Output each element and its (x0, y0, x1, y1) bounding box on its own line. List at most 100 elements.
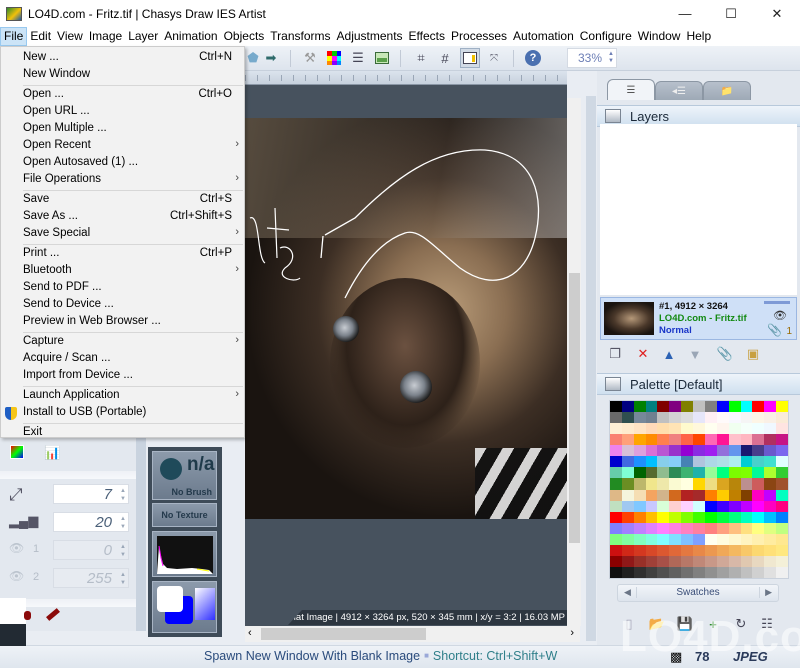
menu-file[interactable]: File (0, 27, 28, 46)
palette-swatch[interactable] (752, 456, 765, 468)
palette-swatch[interactable] (657, 544, 670, 556)
palette-swatch[interactable] (669, 511, 682, 523)
move-down-icon[interactable]: ▼ (687, 346, 703, 362)
palette-swatch[interactable] (657, 445, 670, 457)
file-menu-save-as[interactable]: Save As ... Ctrl+Shift+S (1, 209, 244, 226)
file-menu-save-special[interactable]: Save Special › (1, 226, 244, 243)
palette-swatch[interactable] (704, 423, 717, 435)
palette-swatch[interactable] (693, 467, 705, 479)
palette-swatch[interactable] (776, 500, 788, 512)
palette-swatch[interactable] (681, 566, 694, 578)
swatches-label[interactable]: Swatches (636, 587, 760, 598)
palette-swatch[interactable] (716, 478, 729, 490)
grid-icon[interactable]: # (437, 50, 453, 66)
palette-swatch[interactable] (633, 544, 646, 556)
palette-swatch[interactable] (633, 478, 646, 490)
palette-swatch[interactable] (645, 412, 658, 424)
file-menu-launch-application[interactable]: Launch Application › (1, 388, 244, 405)
palette-swatch[interactable] (681, 511, 694, 523)
palette-swatch[interactable] (764, 423, 777, 435)
palette-swatch[interactable] (776, 533, 788, 545)
menu-processes[interactable]: Processes (448, 27, 510, 46)
threshold1-field[interactable]: 0 ▲ ▼ (53, 540, 129, 560)
palette-swatch[interactable] (610, 423, 622, 435)
palette-swatch[interactable] (740, 478, 753, 490)
list-view-icon[interactable]: ☷ (759, 616, 775, 632)
palette-swatch[interactable] (752, 555, 765, 567)
layers-list[interactable] (600, 124, 797, 295)
palette-swatch[interactable] (657, 423, 670, 435)
palette-swatch[interactable] (645, 511, 658, 523)
swatches-next-button[interactable]: ▶ (765, 587, 772, 598)
palette-swatch[interactable] (728, 467, 741, 479)
palette-swatch[interactable] (740, 456, 753, 468)
palette-swatch[interactable] (610, 500, 622, 512)
palette-swatch[interactable] (633, 566, 646, 578)
color-swatch-selector[interactable] (152, 581, 217, 633)
palette-swatch[interactable] (681, 467, 694, 479)
palette-swatch[interactable] (728, 533, 741, 545)
palette-swatch[interactable] (740, 423, 753, 435)
maximize-button[interactable]: ☐ (708, 0, 754, 27)
fit-screen-icon[interactable]: ⤧ (486, 50, 502, 66)
palette-swatch[interactable] (693, 456, 705, 468)
menu-window[interactable]: Window (635, 27, 684, 46)
palette-swatch[interactable] (764, 401, 777, 413)
palette-swatch[interactable] (657, 566, 670, 578)
layers-tab[interactable]: ☰ (607, 79, 655, 100)
palette-swatch[interactable] (764, 445, 777, 457)
palette-swatch[interactable] (704, 555, 717, 567)
palette-swatch[interactable] (740, 522, 753, 534)
threshold2-spinner[interactable]: ▲ ▼ (120, 571, 126, 587)
palette-swatch[interactable] (752, 434, 765, 446)
histogram-panel[interactable] (152, 531, 217, 577)
palette-swatch[interactable] (740, 511, 753, 523)
palette-swatch[interactable] (776, 566, 788, 578)
palette-swatch[interactable] (752, 423, 765, 435)
palette-swatch[interactable] (657, 456, 670, 468)
palette-swatch[interactable] (776, 555, 788, 567)
palette-swatch[interactable] (681, 412, 694, 424)
file-menu-preview-in-web-browser[interactable]: Preview in Web Browser ... (1, 314, 244, 331)
palette-swatch[interactable] (704, 401, 717, 413)
threshold2-field[interactable]: 255 ▲ ▼ (53, 568, 129, 588)
palette-swatch[interactable] (716, 522, 729, 534)
palette-swatch[interactable] (740, 555, 753, 567)
palette-swatch[interactable] (752, 401, 765, 413)
palette-swatch[interactable] (716, 434, 729, 446)
opacity-spinner[interactable]: ▲ ▼ (120, 515, 126, 531)
palette-swatch[interactable] (693, 423, 705, 435)
menu-transforms[interactable]: Transforms (267, 27, 333, 46)
menu-edit[interactable]: Edit (27, 27, 54, 46)
crop-guides-icon[interactable]: ⌗ (413, 50, 429, 66)
palette-swatch[interactable] (716, 555, 729, 567)
palette-swatch[interactable] (645, 489, 658, 501)
attach-icon[interactable]: 📎 (717, 346, 733, 362)
palette-swatch[interactable] (633, 489, 646, 501)
palette-swatch[interactable] (693, 566, 705, 578)
palette-swatch[interactable] (704, 533, 717, 545)
palette-swatch[interactable] (704, 445, 717, 457)
palette-swatch[interactable] (621, 500, 634, 512)
palette-swatch[interactable] (681, 456, 694, 468)
palette-swatch[interactable] (728, 412, 741, 424)
zoom-level-input[interactable]: 33% ▲ ▼ (567, 48, 617, 68)
palette-swatch[interactable] (764, 555, 777, 567)
palette-swatch[interactable] (764, 434, 777, 446)
duplicate-layer-icon[interactable]: ❐ (607, 346, 623, 362)
zoom-spinner[interactable]: ▲ ▼ (608, 51, 614, 65)
palette-swatch[interactable] (633, 511, 646, 523)
palette-swatch[interactable] (728, 456, 741, 468)
file-menu-send-to-pdf[interactable]: Send to PDF ... (1, 280, 244, 297)
palette-swatch[interactable] (681, 522, 694, 534)
menu-configure[interactable]: Configure (577, 27, 635, 46)
palette-swatch[interactable] (764, 456, 777, 468)
palette-swatch[interactable] (752, 522, 765, 534)
palette-swatch[interactable] (645, 566, 658, 578)
palette-swatch[interactable] (776, 489, 788, 501)
palette-swatch[interactable] (681, 434, 694, 446)
palette-swatch[interactable] (633, 555, 646, 567)
image-icon[interactable] (374, 50, 390, 66)
history-tab[interactable]: ◂☰ (655, 81, 703, 100)
close-button[interactable]: ✕ (754, 0, 800, 27)
